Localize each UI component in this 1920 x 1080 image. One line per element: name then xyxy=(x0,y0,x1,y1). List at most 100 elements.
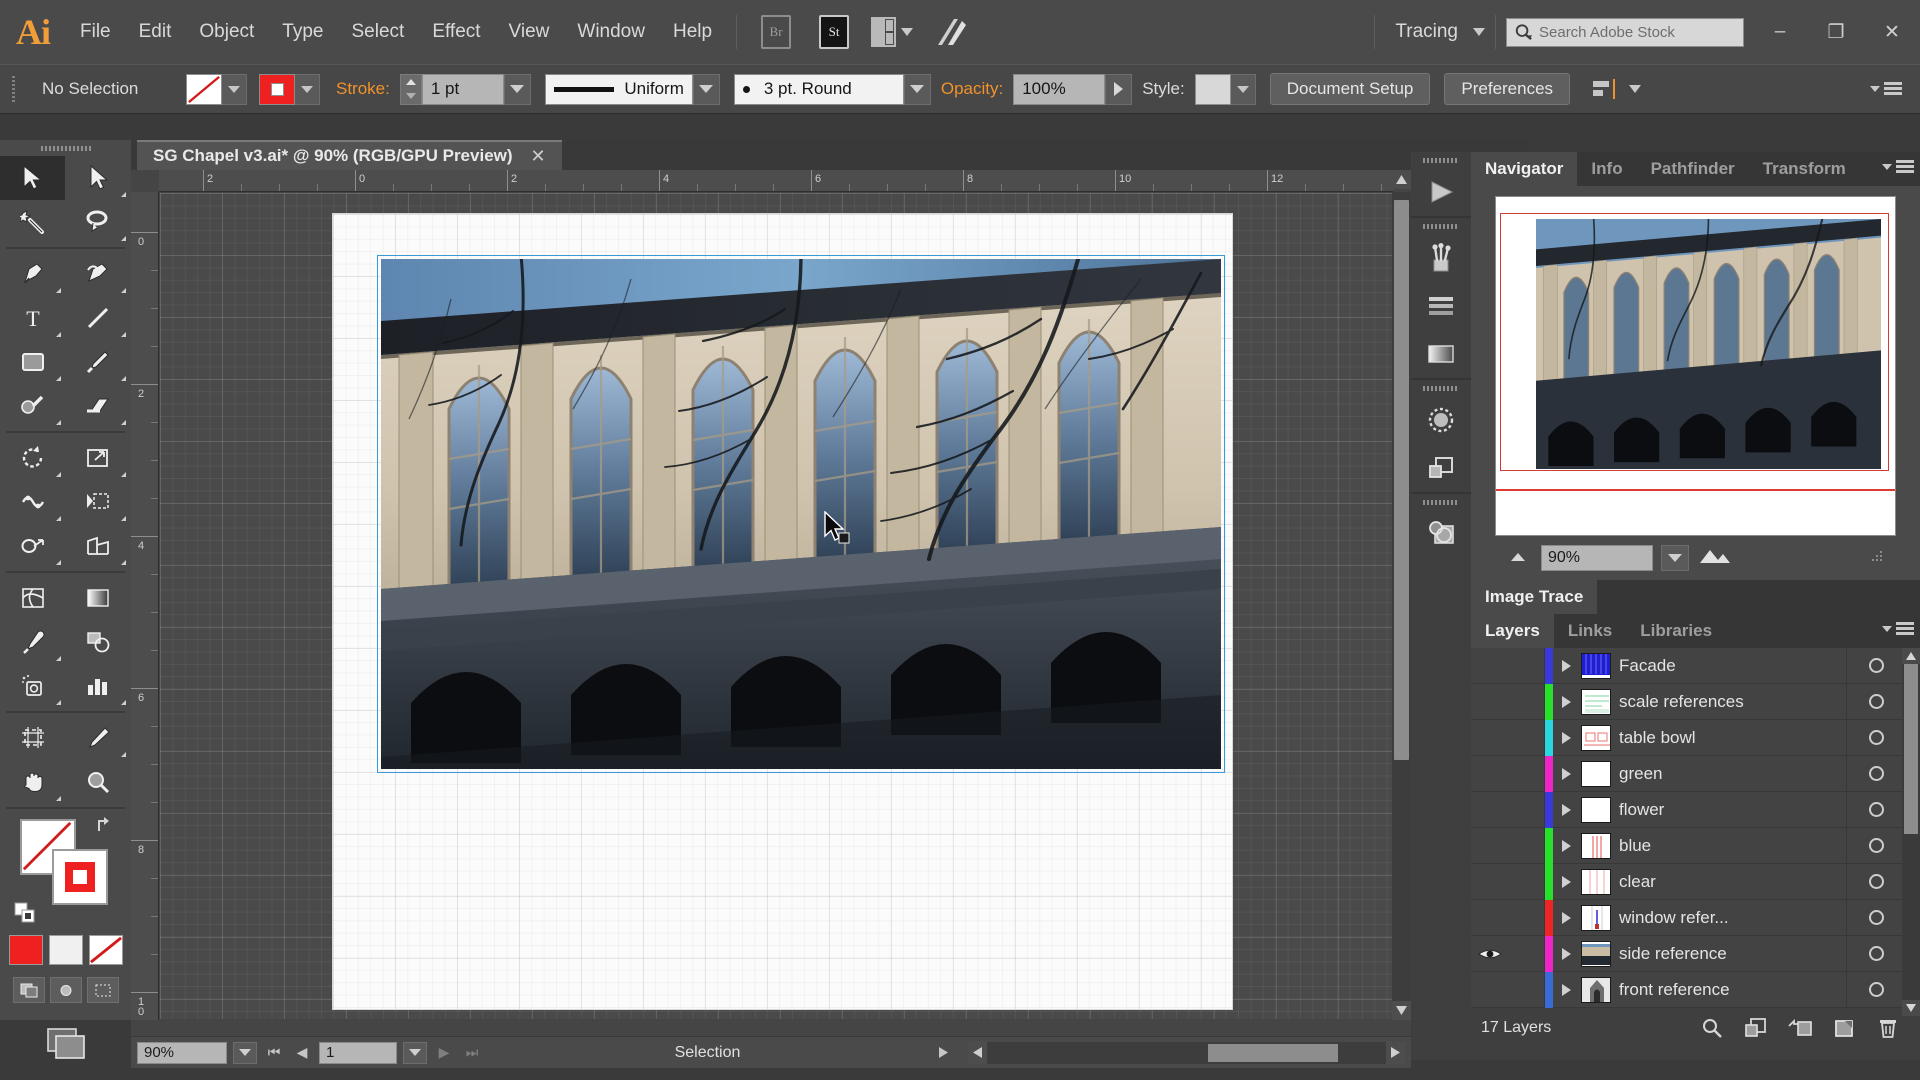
search-input[interactable]: Search Adobe Stock xyxy=(1506,17,1744,47)
tab-navigator[interactable]: Navigator xyxy=(1471,152,1578,186)
menu-select[interactable]: Select xyxy=(338,0,419,64)
align-chevron-down-icon[interactable] xyxy=(1629,85,1642,93)
document-setup-button[interactable]: Document Setup xyxy=(1269,73,1431,105)
swap-fill-stroke-icon[interactable] xyxy=(95,815,117,843)
tab-libraries[interactable]: Libraries xyxy=(1626,614,1726,648)
stroke-swatch[interactable] xyxy=(259,73,295,105)
control-bar-menu-button[interactable] xyxy=(1870,82,1902,96)
direct-selection-tool[interactable] xyxy=(65,156,130,200)
tab-transform[interactable]: Transform xyxy=(1749,152,1860,186)
layer-lock-toggle[interactable] xyxy=(1509,827,1545,864)
dock-gripper-3[interactable] xyxy=(1411,380,1471,396)
blend-tool[interactable] xyxy=(65,620,130,664)
create-new-sublayer-icon[interactable] xyxy=(1778,1008,1822,1048)
menu-effect[interactable]: Effect xyxy=(418,0,494,64)
layer-row[interactable]: window refer... xyxy=(1471,899,1920,936)
menu-file[interactable]: File xyxy=(66,0,125,64)
image-trace-panel-icon[interactable] xyxy=(1411,510,1471,558)
minimize-button[interactable]: – xyxy=(1752,0,1808,64)
symbols-panel-icon[interactable] xyxy=(1411,282,1471,330)
opacity-field[interactable]: 100% xyxy=(1013,73,1106,105)
navigator-view-box[interactable] xyxy=(1500,213,1889,471)
width-tool[interactable] xyxy=(0,480,65,524)
menu-window[interactable]: Window xyxy=(563,0,659,64)
line-segment-tool[interactable] xyxy=(65,296,130,340)
perspective-grid-tool[interactable] xyxy=(65,524,130,568)
layer-target-indicator[interactable] xyxy=(1846,935,1906,972)
horizontal-ruler[interactable]: 2 0 2 4 6 8 10 12 xyxy=(159,170,1393,192)
layer-target-indicator[interactable] xyxy=(1846,827,1906,864)
layer-visibility-toggle[interactable] xyxy=(1471,946,1509,962)
menu-help[interactable]: Help xyxy=(659,0,726,64)
layer-expand-triangle[interactable] xyxy=(1553,659,1579,672)
layer-target-indicator[interactable] xyxy=(1846,791,1906,828)
creative-cloud-icon[interactable] xyxy=(929,15,971,49)
layer-target-indicator[interactable] xyxy=(1846,647,1906,684)
vertical-ruler[interactable]: 0 2 4 6 8 1 0 xyxy=(131,192,159,1020)
layer-row[interactable]: blue xyxy=(1471,827,1920,864)
canvas-horizontal-scrollbar[interactable] xyxy=(968,1041,1405,1064)
layer-expand-triangle[interactable] xyxy=(1553,767,1579,780)
layer-expand-triangle[interactable] xyxy=(1553,839,1579,852)
layer-expand-triangle[interactable] xyxy=(1553,695,1579,708)
layer-lock-toggle[interactable] xyxy=(1509,719,1545,756)
scroll-down-arrow[interactable] xyxy=(1392,1001,1411,1020)
tools-panel-gripper[interactable] xyxy=(0,140,131,156)
layer-lock-toggle[interactable] xyxy=(1509,755,1545,792)
zoom-tool[interactable] xyxy=(65,760,130,804)
slice-tool[interactable] xyxy=(65,716,130,760)
scroll-left-arrow[interactable] xyxy=(968,1041,987,1064)
scale-tool[interactable] xyxy=(65,436,130,480)
first-artboard-button[interactable]: ⏮ xyxy=(263,1042,285,1064)
layer-expand-triangle[interactable] xyxy=(1553,983,1579,996)
fill-swatch-group[interactable] xyxy=(186,73,247,105)
color-button[interactable] xyxy=(8,935,43,965)
layer-expand-triangle[interactable] xyxy=(1553,947,1579,960)
document-tab[interactable]: SG Chapel v3.ai* @ 90% (RGB/GPU Preview)… xyxy=(137,140,562,170)
tab-pathfinder[interactable]: Pathfinder xyxy=(1637,152,1749,186)
close-icon[interactable]: ✕ xyxy=(531,146,546,167)
pathfinder-panel-icon[interactable] xyxy=(1411,444,1471,492)
appearance-panel-icon[interactable] xyxy=(1411,396,1471,444)
layer-target-indicator[interactable] xyxy=(1846,863,1906,900)
align-options-group[interactable] xyxy=(1592,78,1642,100)
artboard-dropdown[interactable] xyxy=(403,1041,427,1064)
layer-expand-triangle[interactable] xyxy=(1553,911,1579,924)
menu-object[interactable]: Object xyxy=(185,0,268,64)
bridge-icon[interactable]: Br xyxy=(755,15,797,49)
layer-row[interactable]: clear xyxy=(1471,863,1920,900)
layers-scroll-thumb[interactable] xyxy=(1904,664,1918,834)
properties-panel-icon[interactable] xyxy=(1411,168,1471,216)
canvas-vscrollbar-track[interactable] xyxy=(1392,170,1411,1020)
menu-view[interactable]: View xyxy=(495,0,564,64)
stock-icon[interactable]: St xyxy=(813,15,855,49)
layer-expand-triangle[interactable] xyxy=(1553,803,1579,816)
arrange-documents-icon[interactable] xyxy=(871,15,914,49)
zoom-level-field[interactable]: 90% xyxy=(137,1041,227,1064)
layer-lock-toggle[interactable] xyxy=(1509,863,1545,900)
workspace-chevron-down-icon[interactable] xyxy=(1473,28,1485,36)
curvature-tool[interactable] xyxy=(65,252,130,296)
tab-layers[interactable]: Layers xyxy=(1471,614,1554,648)
rectangle-tool[interactable] xyxy=(0,340,65,384)
layer-target-indicator[interactable] xyxy=(1846,899,1906,936)
rotate-tool[interactable] xyxy=(0,436,65,480)
dock-gripper-4[interactable] xyxy=(1411,494,1471,510)
hand-tool[interactable] xyxy=(0,760,65,804)
layers-scrollbar[interactable] xyxy=(1902,648,1920,1016)
layer-row[interactable]: side reference xyxy=(1471,935,1920,972)
canvas-vscroll-thumb[interactable] xyxy=(1394,200,1409,760)
stroke-weight-stepper[interactable] xyxy=(399,73,422,105)
create-new-layer-icon[interactable] xyxy=(1822,1008,1866,1048)
locate-object-icon[interactable] xyxy=(1690,1008,1734,1048)
preferences-button[interactable]: Preferences xyxy=(1444,73,1571,105)
layer-row[interactable]: scale references xyxy=(1471,683,1920,720)
scroll-right-arrow[interactable] xyxy=(1386,1041,1405,1064)
canvas-hscroll-thumb[interactable] xyxy=(1208,1043,1338,1062)
menu-type[interactable]: Type xyxy=(268,0,337,64)
brush-definition-field[interactable]: 3 pt. Round xyxy=(733,73,904,105)
navigator-zoom-dropdown[interactable] xyxy=(1661,545,1689,571)
stroke-profile-dropdown[interactable] xyxy=(692,73,720,105)
screen-mode-button[interactable] xyxy=(0,1025,131,1061)
dock-gripper-1[interactable] xyxy=(1411,152,1471,168)
